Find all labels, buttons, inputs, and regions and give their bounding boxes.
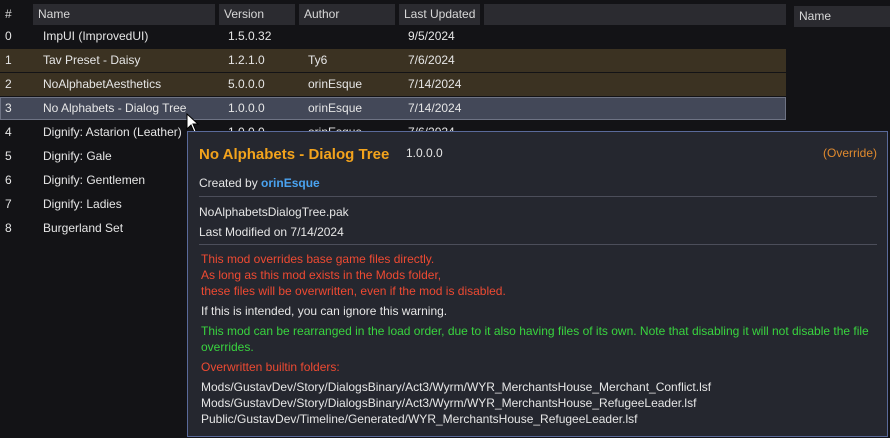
mod-details-tooltip: No Alphabets - Dialog Tree 1.0.0.0 (Over… — [187, 131, 888, 437]
row-name: No Alphabets - Dialog Tree — [43, 101, 187, 115]
warning-line: these files will be overwritten, even if… — [201, 284, 506, 298]
author-link[interactable]: orinEsque — [261, 176, 320, 190]
row-index: 1 — [5, 53, 12, 67]
row-updated: 7/14/2024 — [408, 101, 462, 115]
overwritten-file-path: Public/GustavDev/Timeline/Generated/WYR_… — [201, 412, 638, 426]
created-by-line: Created by orinEsque — [199, 176, 320, 190]
pak-filename: NoAlphabetsDialogTree.pak — [199, 205, 349, 219]
row-index: 7 — [5, 197, 12, 211]
col-header-version[interactable]: Version — [219, 4, 295, 25]
row-name: ImpUI (ImprovedUI) — [43, 29, 149, 43]
row-name: Burgerland Set — [43, 221, 124, 235]
overwritten-file-path: Mods/GustavDev/Story/DialogsBinary/Act3/… — [201, 396, 697, 410]
divider — [199, 196, 877, 197]
row-author: orinEsque — [308, 101, 363, 115]
row-name: Dignify: Gale — [43, 149, 112, 163]
row-author: orinEsque — [308, 77, 363, 91]
load-order-note: overrides. — [201, 340, 254, 354]
table-row-selected[interactable]: 3 No Alphabets - Dialog Tree 1.0.0.0 ori… — [0, 97, 786, 120]
row-version: 1.2.1.0 — [228, 53, 265, 67]
divider — [199, 244, 877, 245]
warning-line: As long as this mod exists in the Mods f… — [201, 268, 442, 282]
row-updated: 7/14/2024 — [408, 77, 462, 91]
row-version: 5.0.0.0 — [228, 77, 265, 91]
table-row[interactable]: 0 ImpUI (ImprovedUI) 1.5.0.32 9/5/2024 — [0, 25, 786, 48]
overwritten-file-path: Mods/GustavDev/Story/DialogsBinary/Act3/… — [201, 380, 712, 394]
row-name: Dignify: Astarion (Leather) — [43, 125, 182, 139]
col-header-last-updated[interactable]: Last Updated — [399, 4, 480, 25]
row-index: 0 — [5, 29, 12, 43]
col-header-index[interactable]: # — [0, 4, 30, 25]
tooltip-version: 1.0.0.0 — [406, 146, 443, 160]
row-updated: 9/5/2024 — [408, 29, 455, 43]
row-index: 5 — [5, 149, 12, 163]
override-tag: (Override) — [822, 146, 877, 160]
mouse-cursor-icon — [186, 113, 200, 133]
created-by-label: Created by — [199, 176, 258, 190]
row-version: 1.5.0.32 — [228, 29, 272, 43]
tooltip-title: No Alphabets - Dialog Tree — [199, 146, 390, 163]
row-updated: 7/6/2024 — [408, 53, 455, 67]
table-row[interactable]: 2 NoAlphabetAesthetics 5.0.0.0 orinEsque… — [0, 73, 786, 96]
col-header-name[interactable]: Name — [33, 4, 215, 25]
right-list-header-name[interactable]: Name — [794, 6, 890, 27]
row-index: 6 — [5, 173, 12, 187]
row-index: 2 — [5, 77, 12, 91]
col-header-spacer — [484, 4, 786, 25]
row-version: 1.0.0.0 — [228, 101, 265, 115]
row-name: Tav Preset - Daisy — [43, 53, 141, 67]
ignore-warning-text: If this is intended, you can ignore this… — [201, 304, 448, 318]
row-index: 3 — [5, 101, 12, 115]
warning-line: This mod overrides base game files direc… — [201, 252, 435, 266]
row-name: Dignify: Gentlemen — [43, 173, 146, 187]
row-author: Ty6 — [308, 53, 328, 67]
load-order-note: This mod can be rearranged in the load o… — [201, 324, 869, 338]
table-row[interactable]: 1 Tav Preset - Daisy 1.2.1.0 Ty6 7/6/202… — [0, 49, 786, 72]
row-index: 4 — [5, 125, 12, 139]
last-modified: Last Modified on 7/14/2024 — [199, 225, 344, 239]
row-name: NoAlphabetAesthetics — [43, 77, 162, 91]
col-header-author[interactable]: Author — [299, 4, 395, 25]
row-name: Dignify: Ladies — [43, 197, 122, 211]
overwritten-folders-label: Overwritten builtin folders: — [201, 360, 340, 374]
row-index: 8 — [5, 221, 12, 235]
